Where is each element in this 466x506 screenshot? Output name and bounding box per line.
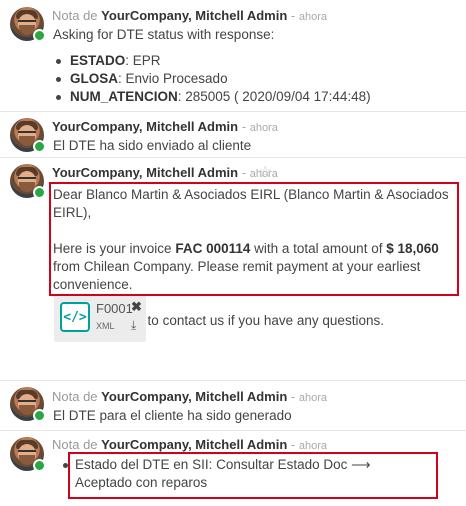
timestamp: ahora — [298, 392, 328, 404]
attachment-type: XML — [96, 321, 115, 331]
attachment-name: F0001 — [96, 301, 133, 316]
message-header: Nota de YourCompany, Mitchell Admin - ah… — [52, 389, 328, 404]
online-status-icon — [33, 29, 46, 42]
message-header: Nota de YourCompany, Mitchell Admin - ah… — [52, 437, 328, 452]
message-text: El DTE para el cliente ha sido generado — [53, 408, 292, 423]
code-file-icon: </> — [60, 302, 90, 332]
list-item: ESTADO: EPR — [53, 52, 371, 70]
message-text: Asking for DTE status with response: — [53, 27, 275, 42]
message-header: Nota de YourCompany, Mitchell Admin - ah… — [52, 8, 328, 23]
message-header: YourCompany, Mitchell Admin - ahora — [52, 165, 278, 180]
invoice-paragraph: Here is your invoice FAC 000114 with a t… — [53, 241, 439, 292]
author-link[interactable]: YourCompany, Mitchell Admin — [52, 119, 238, 134]
attachment-card[interactable]: </> F0001 XML ✖ ⤓ — [54, 296, 146, 342]
note-prefix: Nota de — [52, 389, 98, 404]
list-item: NUM_ATENCION: 285005 ( 2020/09/04 17:44:… — [53, 88, 371, 106]
message-text: El DTE ha sido enviado al cliente — [53, 138, 252, 153]
author-avatar[interactable] — [10, 164, 46, 199]
timestamp: ahora — [298, 11, 328, 23]
message-4: Nota de YourCompany, Mitchell Admin - ah… — [0, 381, 466, 429]
online-status-icon — [33, 459, 46, 472]
list-item: GLOSA: Envio Procesado — [53, 70, 371, 88]
online-status-icon — [33, 409, 46, 422]
greeting: Dear Blanco Martin & Asociados EIRL (Bla… — [53, 187, 449, 220]
timestamp: ahora — [298, 440, 328, 452]
author-avatar[interactable] — [10, 7, 46, 42]
timestamp: ahora — [249, 122, 278, 134]
author-avatar[interactable] — [10, 437, 46, 472]
author-avatar[interactable] — [10, 387, 46, 422]
author-avatar[interactable] — [10, 118, 46, 153]
status-list: ESTADO: EPR GLOSA: Envio Procesado NUM_A… — [53, 52, 371, 106]
online-status-icon — [33, 186, 46, 199]
dte-status-item: Estado del DTE en SII: Consultar Estado … — [63, 456, 430, 492]
note-prefix: Nota de — [52, 437, 98, 452]
author-link[interactable]: YourCompany, Mitchell Admin — [101, 389, 287, 404]
message-header: YourCompany, Mitchell Admin - ahora — [52, 119, 278, 134]
online-status-icon — [33, 140, 46, 153]
star-icon[interactable]: ☆ — [258, 162, 272, 182]
note-prefix: Nota de — [52, 8, 98, 23]
author-link[interactable]: YourCompany, Mitchell Admin — [101, 437, 287, 452]
download-icon[interactable]: ⤓ — [131, 318, 136, 333]
author-link[interactable]: YourCompany, Mitchell Admin — [52, 165, 238, 180]
author-link[interactable]: YourCompany, Mitchell Admin — [101, 8, 287, 23]
close-icon[interactable]: ✖ — [131, 299, 142, 315]
message-2: YourCompany, Mitchell Admin - ahora El D… — [0, 112, 466, 156]
message-1: Nota de YourCompany, Mitchell Admin - ah… — [0, 0, 466, 112]
